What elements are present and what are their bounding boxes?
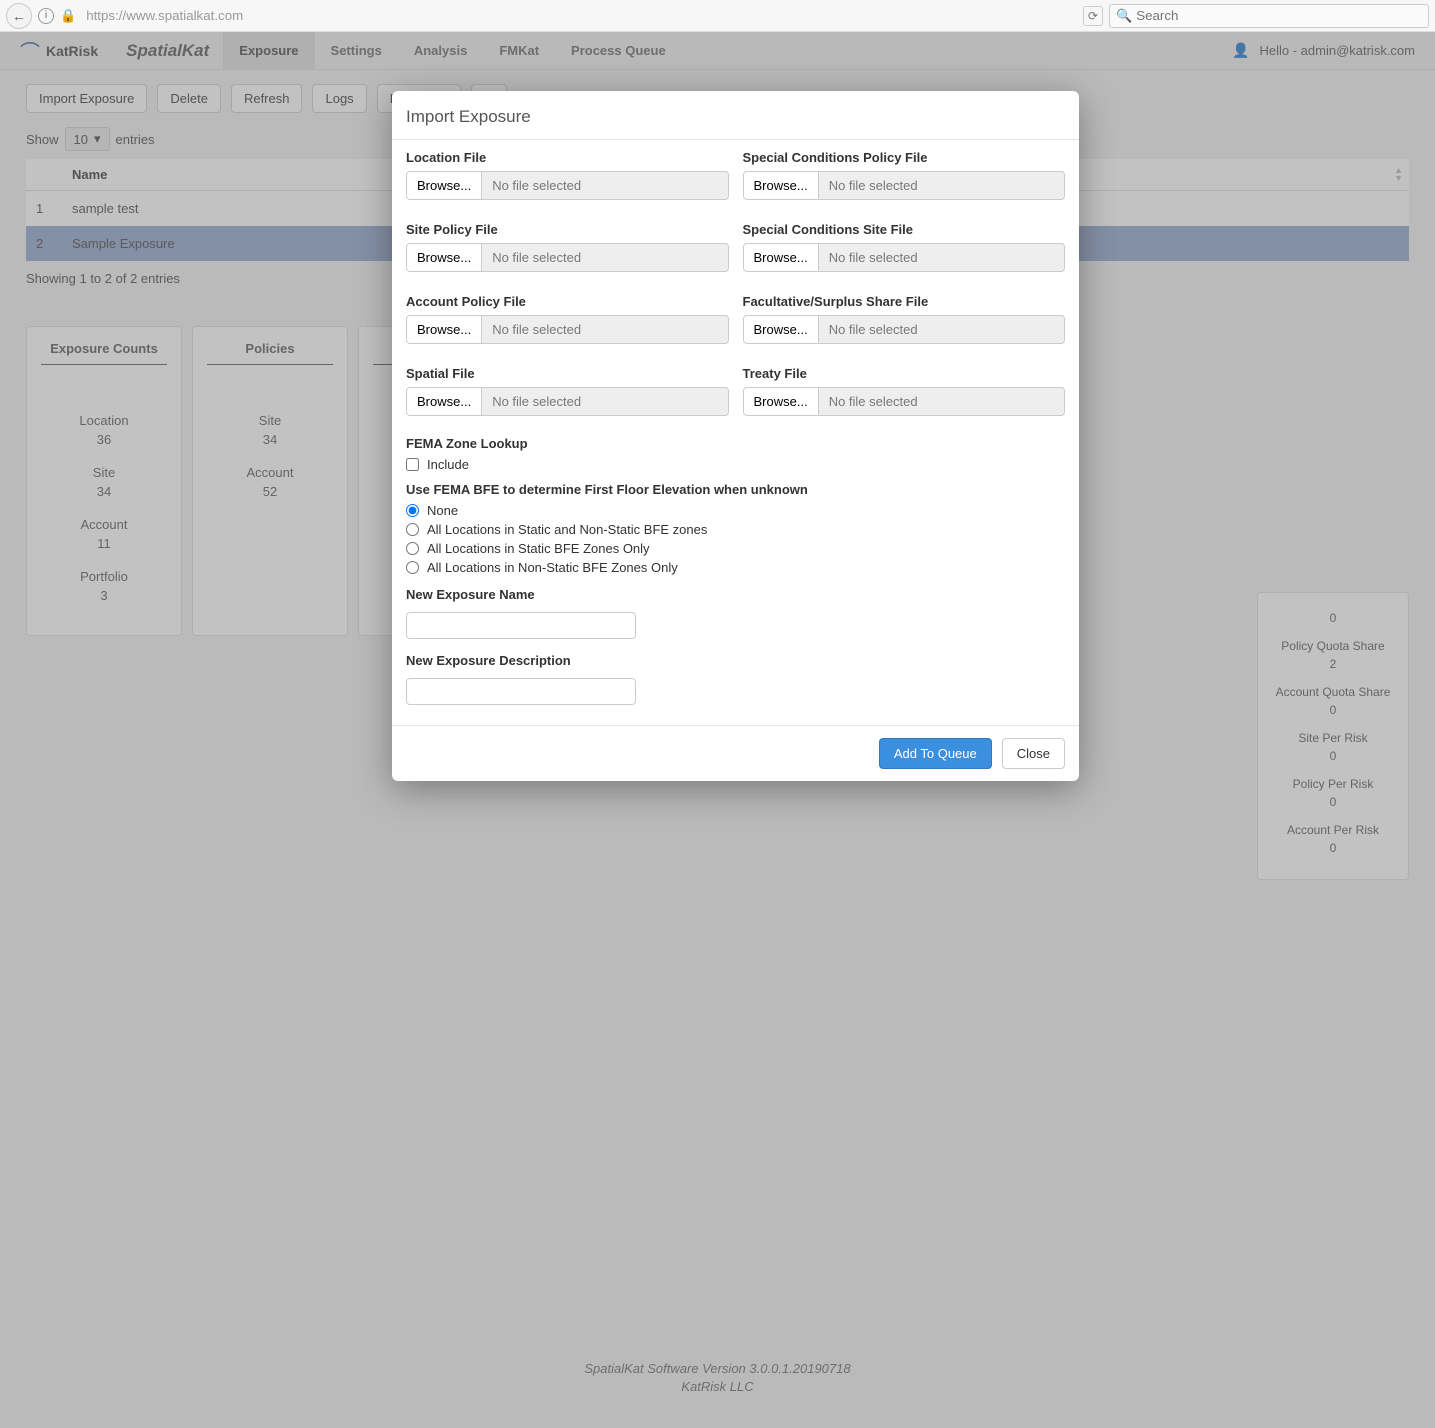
file-status: No file selected <box>482 171 728 200</box>
file-status: No file selected <box>819 315 1065 344</box>
file-facultative-surplus: Facultative/Surplus Share File Browse...… <box>743 294 1066 344</box>
browser-toolbar: ← i 🔒 ⟳ 🔍 <box>0 0 1435 32</box>
file-treaty: Treaty File Browse...No file selected <box>743 366 1066 416</box>
close-button[interactable]: Close <box>1002 738 1065 769</box>
browse-button[interactable]: Browse... <box>406 315 482 344</box>
search-input[interactable] <box>1136 8 1422 23</box>
browse-button[interactable]: Browse... <box>743 243 819 272</box>
url-input[interactable] <box>82 4 1077 28</box>
file-status: No file selected <box>819 387 1065 416</box>
browse-button[interactable]: Browse... <box>406 387 482 416</box>
file-site-policy: Site Policy File Browse...No file select… <box>406 222 729 272</box>
bfe-radio-nonstatic-only[interactable] <box>406 561 419 574</box>
exposure-name-label: New Exposure Name <box>406 587 1065 602</box>
browse-button[interactable]: Browse... <box>743 171 819 200</box>
file-location: Location File Browse...No file selected <box>406 150 729 200</box>
add-to-queue-button[interactable]: Add To Queue <box>879 738 992 769</box>
file-status: No file selected <box>482 387 728 416</box>
bfe-radio-static-only[interactable] <box>406 542 419 555</box>
browse-button[interactable]: Browse... <box>406 243 482 272</box>
exposure-desc-label: New Exposure Description <box>406 653 1065 668</box>
fema-include-label: Include <box>427 457 469 472</box>
bfe-radio-static-nonstatic[interactable] <box>406 523 419 536</box>
search-icon: 🔍 <box>1116 8 1132 24</box>
file-status: No file selected <box>482 243 728 272</box>
modal-title: Import Exposure <box>392 91 1079 140</box>
bfe-label: Use FEMA BFE to determine First Floor El… <box>406 482 1065 497</box>
file-special-conditions-policy: Special Conditions Policy File Browse...… <box>743 150 1066 200</box>
file-spatial: Spatial File Browse...No file selected <box>406 366 729 416</box>
info-icon[interactable]: i <box>38 8 54 24</box>
lock-icon: 🔒 <box>60 8 76 24</box>
bfe-radio-none[interactable] <box>406 504 419 517</box>
fema-label: FEMA Zone Lookup <box>406 436 1065 451</box>
file-account-policy: Account Policy File Browse...No file sel… <box>406 294 729 344</box>
back-button[interactable]: ← <box>6 3 32 29</box>
search-box[interactable]: 🔍 <box>1109 4 1429 28</box>
fema-include-checkbox[interactable] <box>406 458 419 471</box>
browse-button[interactable]: Browse... <box>406 171 482 200</box>
exposure-name-input[interactable] <box>406 612 636 639</box>
browse-button[interactable]: Browse... <box>743 387 819 416</box>
exposure-desc-input[interactable] <box>406 678 636 705</box>
import-exposure-modal: Import Exposure Location File Browse...N… <box>392 91 1079 781</box>
file-special-conditions-site: Special Conditions Site File Browse...No… <box>743 222 1066 272</box>
file-status: No file selected <box>819 243 1065 272</box>
browse-button[interactable]: Browse... <box>743 315 819 344</box>
file-status: No file selected <box>482 315 728 344</box>
reload-button[interactable]: ⟳ <box>1083 6 1103 26</box>
file-status: No file selected <box>819 171 1065 200</box>
